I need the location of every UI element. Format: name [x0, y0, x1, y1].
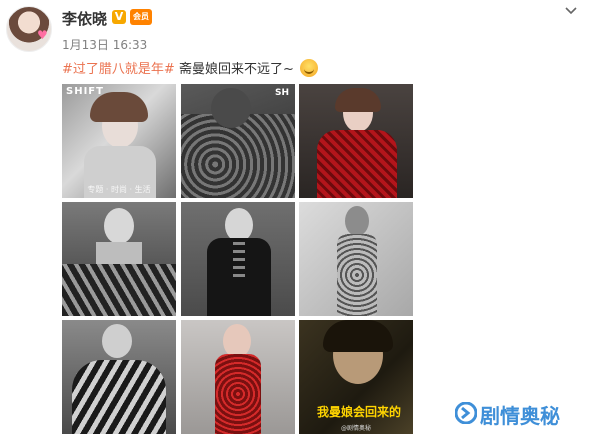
hashtag-link[interactable]: #过了腊八就是年# — [62, 62, 175, 77]
photo-8[interactable] — [181, 320, 295, 434]
watermark-text: 剧情奥秘 — [480, 404, 560, 428]
member-badge[interactable]: 会员 — [130, 9, 152, 25]
heart-icon: ♥ — [37, 28, 48, 42]
photo-watermark: @剧情奥秘 — [340, 425, 371, 432]
magazine-brand: SHIFT — [66, 86, 104, 97]
photo-5[interactable] — [181, 202, 295, 316]
video-subtitle: 我曼娘会回来的 — [316, 405, 401, 419]
photo-1[interactable]: SHIFT 专题 · 时尚 · 生活 — [62, 84, 176, 198]
photo-2[interactable]: SH — [181, 84, 295, 198]
post-text: #过了腊八就是年# 斋曼娘回来不远了~ — [62, 58, 318, 77]
post-body: 斋曼娘回来不远了~ — [178, 62, 294, 77]
photo-6[interactable] — [299, 202, 413, 316]
photo-3[interactable] — [299, 84, 413, 198]
magazine-brand-partial: SH — [274, 88, 289, 98]
photo-caption: 专题 · 时尚 · 生活 — [87, 185, 151, 194]
username[interactable]: 李依晓 — [62, 8, 107, 29]
smile-emoji-icon — [299, 59, 318, 77]
verified-badge: V — [112, 10, 126, 24]
photo-4[interactable] — [62, 202, 176, 316]
watermark-logo-icon — [455, 402, 477, 424]
chevron-down-icon[interactable] — [564, 4, 578, 18]
photo-9[interactable]: 我曼娘会回来的 @剧情奥秘 — [299, 320, 413, 434]
timestamp[interactable]: 1月13日 16:33 — [62, 36, 147, 53]
photo-7[interactable] — [62, 320, 176, 434]
